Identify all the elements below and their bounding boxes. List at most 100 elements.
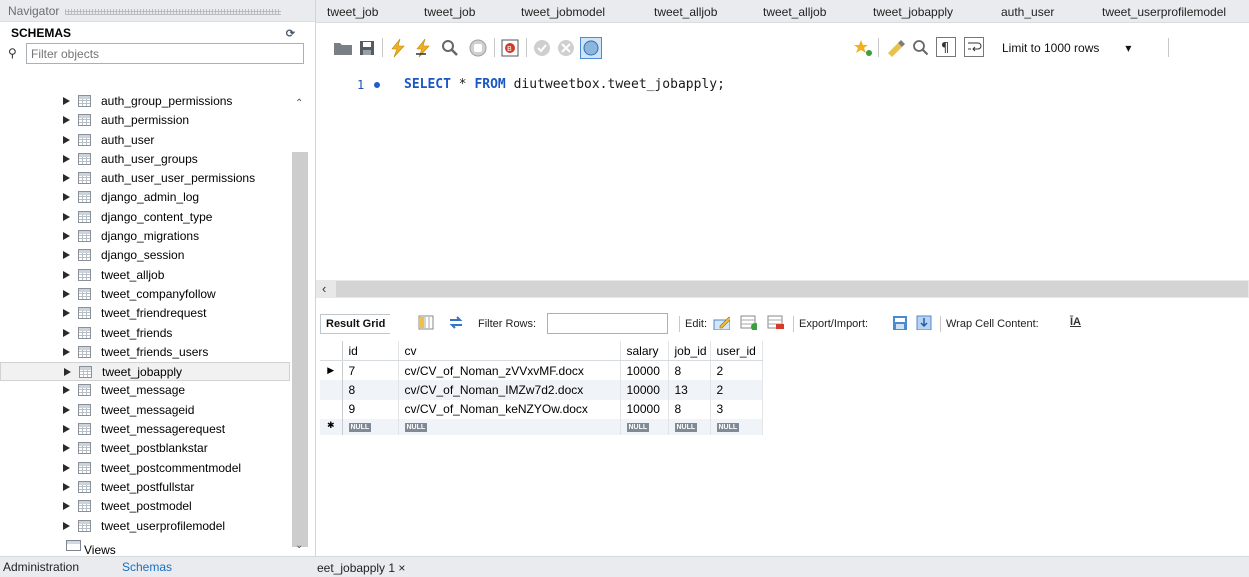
scrollbar-thumb[interactable] <box>336 281 1248 297</box>
explain-icon[interactable] <box>440 39 462 57</box>
new-row[interactable]: ✱ NULL NULL NULL NULL NULL <box>320 419 763 435</box>
tab-schemas[interactable]: Schemas <box>122 560 172 574</box>
tree-item-table[interactable]: auth_user_user_permissions <box>0 169 290 188</box>
find-icon[interactable] <box>912 39 930 57</box>
tree-item-table[interactable]: tweet_postmodel <box>0 497 290 516</box>
cell-id[interactable]: 9 <box>342 399 399 419</box>
tree-item-table[interactable]: tweet_postfullstar <box>0 478 290 497</box>
cell-salary[interactable]: 10000 <box>620 360 669 380</box>
cell-user-id[interactable]: NULL <box>710 419 763 435</box>
cell-salary[interactable]: NULL <box>620 419 669 435</box>
tree-item-table[interactable]: auth_user <box>0 131 290 150</box>
cell-cv[interactable]: cv/CV_of_Noman_IMZw7d2.docx <box>398 380 621 400</box>
cell-user-id[interactable]: 3 <box>710 399 763 419</box>
scroll-up-icon[interactable]: ⌃ <box>295 98 303 109</box>
query-tab[interactable]: auth_user <box>1001 5 1054 19</box>
tree-item-views[interactable]: Views <box>0 540 290 557</box>
expand-arrow-icon[interactable] <box>63 425 70 434</box>
cell-salary[interactable]: 10000 <box>620 380 669 400</box>
execute-icon[interactable] <box>389 38 407 58</box>
tree-item-table[interactable]: auth_permission <box>0 111 290 130</box>
tree-item-table[interactable]: tweet_friends <box>0 324 290 343</box>
expand-arrow-icon[interactable] <box>63 270 70 279</box>
tree-item-table[interactable]: tweet_companyfollow <box>0 285 290 304</box>
tree-item-table[interactable]: django_content_type <box>0 208 290 227</box>
sql-editor[interactable]: 1 SELECT * FROM diutweetbox.tweet_jobapp… <box>316 66 1249 280</box>
cell-job-id[interactable]: 8 <box>668 360 711 380</box>
tree-item-table[interactable]: django_admin_log <box>0 188 290 207</box>
sql-code-line[interactable]: SELECT * FROM diutweetbox.tweet_jobapply… <box>404 77 725 92</box>
cell-cv[interactable]: cv/CV_of_Noman_zVVxvMF.docx <box>398 360 621 380</box>
limit-rows-select[interactable]: Limit to 1000 rows ▾ <box>1002 41 1131 55</box>
cell-job-id[interactable]: 8 <box>668 399 711 419</box>
scrollbar-thumb[interactable] <box>292 152 308 547</box>
filter-objects-input[interactable] <box>26 43 304 64</box>
query-tab[interactable]: tweet_jobmodel <box>521 5 605 19</box>
expand-arrow-icon[interactable] <box>63 502 70 511</box>
tree-item-table[interactable]: django_migrations <box>0 227 290 246</box>
expand-arrow-icon[interactable] <box>63 289 70 298</box>
expand-arrow-icon[interactable] <box>63 116 70 125</box>
expand-arrow-icon[interactable] <box>63 251 70 260</box>
cell-id[interactable]: 7 <box>341 360 399 380</box>
close-icon[interactable]: × <box>398 561 405 575</box>
cell-id[interactable]: 8 <box>342 380 399 400</box>
invisible-chars-icon[interactable]: ¶ <box>936 37 956 57</box>
wrap-icon[interactable] <box>964 37 984 57</box>
tree-item-table[interactable]: tweet_messagerequest <box>0 420 290 439</box>
table-row[interactable]: 9 cv/CV_of_Noman_keNZYOw.docx 10000 8 3 <box>320 399 763 419</box>
import-icon[interactable] <box>916 315 933 330</box>
column-header-salary[interactable]: salary <box>620 341 669 361</box>
expand-arrow-icon[interactable] <box>64 368 71 377</box>
expand-arrow-icon[interactable] <box>63 97 70 105</box>
expand-arrow-icon[interactable] <box>63 405 70 414</box>
cell-user-id[interactable]: 2 <box>710 360 763 380</box>
grip-handle[interactable] <box>65 8 282 15</box>
expand-arrow-icon[interactable] <box>63 328 70 337</box>
result-grid-button[interactable]: Result Grid <box>320 314 391 334</box>
query-tab[interactable]: tweet_alljob <box>654 5 717 19</box>
query-tab[interactable]: tweet_userprofilemodel <box>1102 5 1226 19</box>
query-tab[interactable]: tweet_jobapply <box>873 5 953 19</box>
tree-item-table[interactable]: tweet_userprofilemodel <box>0 517 290 536</box>
column-header-cv[interactable]: cv <box>398 341 621 361</box>
cell-cv[interactable]: NULL <box>398 419 621 435</box>
result-tab[interactable]: eet_jobapply 1 × <box>317 561 405 575</box>
tree-item-table[interactable]: tweet_jobapply <box>0 362 290 382</box>
tree-item-table[interactable]: tweet_postcommentmodel <box>0 459 290 478</box>
expand-arrow-icon[interactable] <box>63 463 70 472</box>
table-row[interactable]: 8 cv/CV_of_Noman_IMZw7d2.docx 10000 13 2 <box>320 380 763 400</box>
query-tab[interactable]: tweet_job <box>327 5 378 19</box>
expand-arrow-icon[interactable] <box>63 482 70 491</box>
expand-arrow-icon[interactable] <box>63 232 70 241</box>
stop-icon[interactable] <box>469 39 487 57</box>
tree-item-table[interactable]: auth_user_groups <box>0 150 290 169</box>
export-icon[interactable] <box>892 315 909 330</box>
beautify-icon[interactable] <box>852 39 874 57</box>
query-tab[interactable]: tweet_alljob <box>763 5 826 19</box>
expand-arrow-icon[interactable] <box>63 521 70 530</box>
expand-arrow-icon[interactable] <box>63 154 70 163</box>
column-header-user-id[interactable]: user_id <box>710 341 763 361</box>
expand-arrow-icon[interactable] <box>63 444 70 453</box>
expand-arrow-icon[interactable] <box>63 309 70 318</box>
tree-item-table[interactable]: tweet_message <box>0 381 290 400</box>
expand-arrow-icon[interactable] <box>63 212 70 221</box>
open-folder-icon[interactable] <box>333 40 353 56</box>
column-header-id[interactable]: id <box>342 341 399 361</box>
wrap-cell-icon[interactable]: ĪA <box>1070 316 1081 328</box>
tree-item-table[interactable]: auth_group_permissions <box>0 92 290 111</box>
refresh-results-icon[interactable] <box>447 315 464 330</box>
execute-current-icon[interactable] <box>414 38 434 58</box>
tree-item-table[interactable]: tweet_alljob <box>0 266 290 285</box>
refresh-icon[interactable]: ⟳ <box>286 27 295 40</box>
expand-arrow-icon[interactable] <box>63 135 70 144</box>
rollback-icon[interactable] <box>557 39 575 57</box>
toggle-error-icon[interactable]: B <box>501 39 519 57</box>
query-tab[interactable]: tweet_job <box>424 5 475 19</box>
tree-item-table[interactable]: tweet_friendrequest <box>0 304 290 323</box>
tree-item-table[interactable]: django_session <box>0 246 290 265</box>
cell-job-id[interactable]: NULL <box>668 419 711 435</box>
tree-item-table[interactable]: tweet_friends_users <box>0 343 290 362</box>
editor-horizontal-scrollbar[interactable]: ‹ <box>316 280 1249 298</box>
